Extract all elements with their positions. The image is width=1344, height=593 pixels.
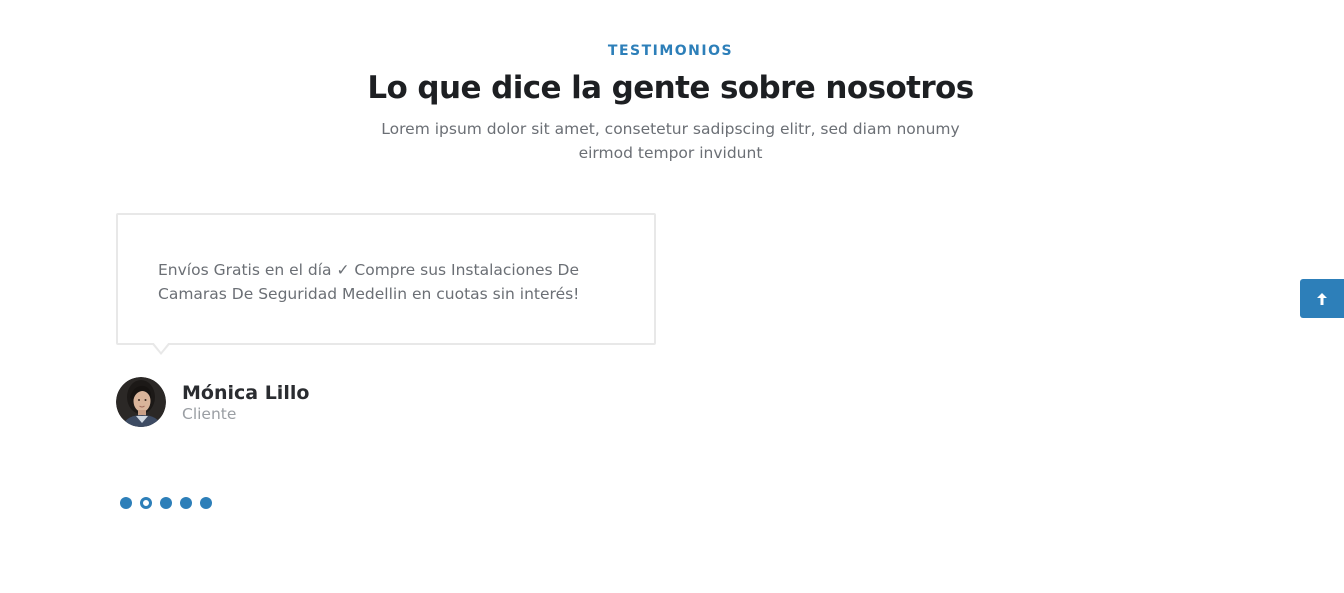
avatar (116, 377, 166, 427)
section-subtitle: Lorem ipsum dolor sit amet, consetetur s… (381, 120, 960, 162)
author-name: Mónica Lillo (182, 382, 310, 404)
section-title: Lo que dice la gente sobre nosotros (367, 70, 974, 106)
carousel-dot-2[interactable] (140, 497, 152, 509)
testimonial-quote-box: Envíos Gratis en el día ✓ Compre sus Ins… (116, 213, 656, 355)
carousel-dot-3[interactable] (160, 497, 172, 509)
arrow-up-icon (1317, 292, 1327, 305)
carousel-dot-4[interactable] (180, 497, 192, 509)
person-photo-icon (116, 377, 166, 427)
section-eyebrow: TESTIMONIOS (607, 43, 734, 59)
author-role: Cliente (182, 405, 237, 423)
carousel-dot-5[interactable] (200, 497, 212, 509)
testimonial-quote: Envíos Gratis en el día ✓ Compre sus Ins… (158, 261, 580, 303)
back-to-top-button[interactable] (1300, 279, 1344, 318)
quote-tail-inner (153, 342, 169, 352)
carousel-dots (120, 497, 212, 509)
carousel-dot-1[interactable] (120, 497, 132, 509)
